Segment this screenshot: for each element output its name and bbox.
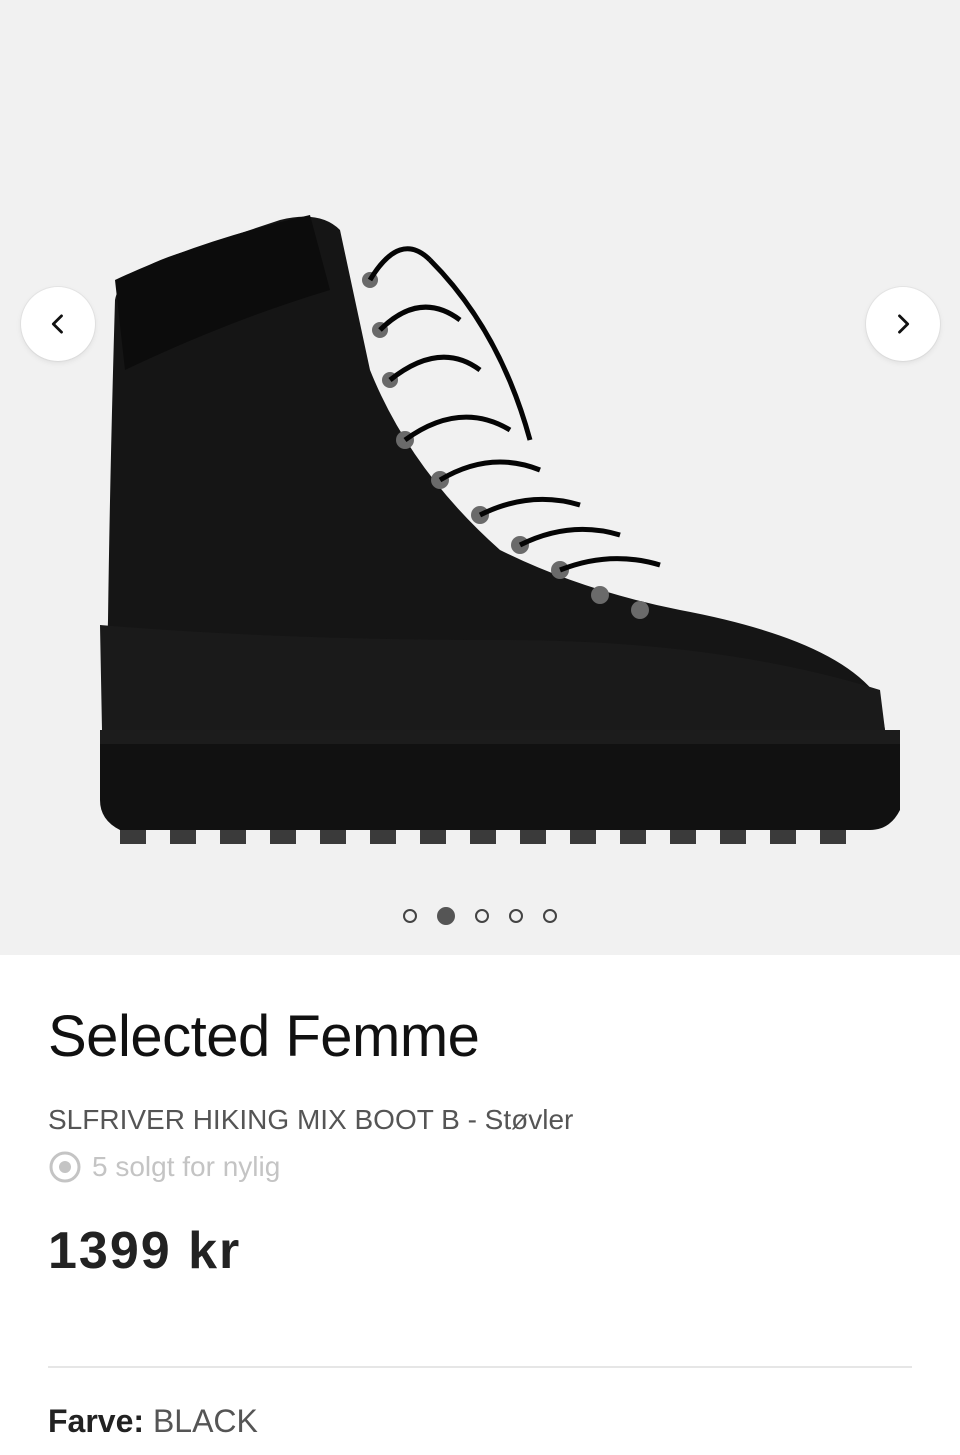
- previous-image-button[interactable]: [21, 287, 95, 361]
- chevron-right-icon: [898, 314, 910, 334]
- carousel-pagination: [0, 907, 960, 925]
- product-price: 1399 kr: [48, 1222, 242, 1280]
- sold-recently-info: 5 solgt for nylig: [48, 1150, 280, 1184]
- carousel-dot-2[interactable]: [437, 907, 455, 925]
- product-gallery[interactable]: [0, 0, 960, 955]
- product-image: [100, 215, 900, 844]
- color-label: Farve:: [48, 1403, 145, 1439]
- target-icon: [49, 1151, 81, 1183]
- chevron-left-icon: [51, 314, 63, 334]
- carousel-dot-4[interactable]: [509, 909, 523, 923]
- color-selector[interactable]: Farve: BLACK: [48, 1403, 258, 1440]
- product-subtitle: SLFRIVER HIKING MIX BOOT B - Støvler: [48, 1104, 574, 1135]
- carousel-dot-1[interactable]: [403, 909, 417, 923]
- carousel-dot-5[interactable]: [543, 909, 557, 923]
- divider: [48, 1366, 912, 1368]
- color-value: BLACK: [152, 1403, 258, 1439]
- sold-recently-text: 5 solgt for nylig: [92, 1151, 281, 1182]
- brand-name[interactable]: Selected Femme: [48, 1003, 480, 1070]
- carousel-dot-3[interactable]: [475, 909, 489, 923]
- next-image-button[interactable]: [866, 287, 940, 361]
